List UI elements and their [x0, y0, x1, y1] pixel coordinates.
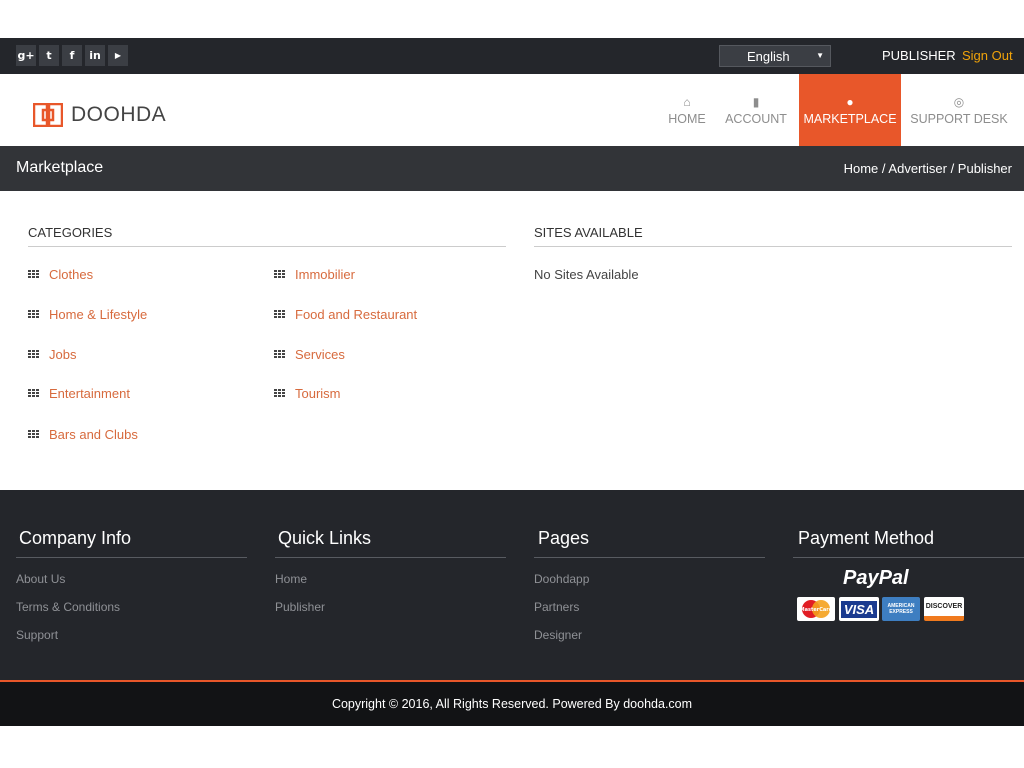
visa-label: VISA [840, 600, 878, 618]
footer-link-about-us[interactable]: About Us [16, 572, 65, 586]
sign-out-link[interactable]: Sign Out [962, 48, 1013, 63]
category-food-restaurant[interactable]: Food and Restaurant [274, 307, 417, 322]
sites-available-heading: SITES AVAILABLE [534, 225, 1012, 247]
grid-icon [28, 269, 40, 280]
breadcrumb-publisher: Publisher [957, 161, 1012, 176]
category-label: Food and Restaurant [295, 307, 418, 322]
twitter-icon[interactable]: t [39, 45, 59, 66]
amex-card: AMERICAN EXPRESS [882, 597, 920, 621]
home-icon: ⌂ [683, 94, 691, 109]
footer-quick-links-title: Quick Links [275, 528, 506, 558]
category-label: Immobilier [295, 267, 355, 282]
youtube-icon[interactable]: ▶ [108, 45, 128, 66]
grid-icon [28, 429, 40, 440]
google-plus-icon[interactable]: g+ [16, 45, 36, 66]
language-select[interactable]: English ▼ [719, 45, 831, 67]
category-jobs[interactable]: Jobs [28, 347, 76, 362]
grid-icon [274, 349, 286, 360]
copyright-text: Copyright © 2016, All Rights Reserved. P… [331, 697, 693, 711]
top-bar: g+ t f in ▶ English ▼ PUBLISHER Sign Out [0, 38, 1024, 74]
category-label: Tourism [295, 386, 341, 401]
briefcase-icon: ▮ [752, 94, 760, 109]
breadcrumb-separator: / [878, 161, 889, 176]
amex-label: AMERICAN EXPRESS [887, 603, 915, 615]
mastercard-label: MasterCard [800, 607, 833, 613]
categories-heading: CATEGORIES [28, 225, 506, 247]
page-title-bar: Marketplace Home / Advertiser / Publishe… [0, 146, 1024, 191]
footer-link-terms[interactable]: Terms & Conditions [16, 600, 120, 614]
breadcrumb: Home / Advertiser / Publisher [844, 161, 1012, 176]
grid-icon [274, 309, 286, 320]
footer-link-home[interactable]: Home [275, 572, 307, 586]
nav-support-desk-label: SUPPORT DESK [910, 111, 1008, 126]
nav-support-desk[interactable]: ◎ SUPPORT DESK [908, 74, 1010, 146]
footer-link-doohdapp[interactable]: Doohdapp [534, 572, 589, 586]
category-home-lifestyle[interactable]: Home & Lifestyle [28, 307, 147, 322]
category-immobilier[interactable]: Immobilier [274, 267, 355, 282]
category-label: Home & Lifestyle [49, 307, 148, 322]
no-sites-text: No Sites Available [534, 267, 639, 282]
category-label: Jobs [49, 347, 77, 362]
discover-card: DISCOVER [924, 597, 964, 621]
nav-home-label: HOME [668, 111, 706, 126]
discover-label: DISCOVER [925, 603, 963, 610]
category-label: Services [295, 347, 345, 362]
visa-card: VISA [839, 597, 879, 621]
logo[interactable]: DOOHDA [33, 103, 166, 127]
linkedin-icon[interactable]: in [85, 45, 105, 66]
header: DOOHDA ⌂ HOME ▮ ACCOUNT ● MARKETPLACE ◎ … [0, 74, 1024, 146]
logo-icon [33, 103, 63, 127]
footer-company-title: Company Info [16, 528, 247, 558]
breadcrumb-separator: / [946, 161, 958, 176]
category-clothes[interactable]: Clothes [28, 267, 93, 282]
nav-marketplace[interactable]: ● MARKETPLACE [799, 74, 901, 146]
page-title: Marketplace [16, 159, 104, 176]
grid-icon [28, 349, 40, 360]
breadcrumb-home[interactable]: Home [844, 161, 879, 176]
lifebuoy-icon: ◎ [953, 94, 965, 109]
social-links: g+ t f in ▶ [16, 45, 128, 66]
users-icon: ● [846, 94, 854, 109]
nav-account[interactable]: ▮ ACCOUNT [722, 74, 790, 146]
facebook-icon[interactable]: f [62, 45, 82, 66]
copyright-bar: Copyright © 2016, All Rights Reserved. P… [0, 680, 1024, 726]
grid-icon [274, 269, 286, 280]
category-services[interactable]: Services [274, 347, 345, 362]
footer-link-partners[interactable]: Partners [534, 600, 579, 614]
category-label: Bars and Clubs [49, 427, 138, 442]
footer-link-publisher[interactable]: Publisher [275, 600, 325, 614]
category-bars-clubs[interactable]: Bars and Clubs [28, 427, 138, 442]
nav-account-label: ACCOUNT [725, 111, 787, 126]
category-entertainment[interactable]: Entertainment [28, 386, 130, 401]
mastercard-icon: MasterCard [800, 600, 833, 618]
nav-marketplace-label: MARKETPLACE [803, 111, 897, 126]
footer: Company Info About Us Terms & Conditions… [0, 490, 1024, 680]
chevron-down-icon: ▼ [816, 51, 824, 60]
footer-pages-title: Pages [534, 528, 765, 558]
breadcrumb-advertiser[interactable]: Advertiser [888, 161, 947, 176]
category-label: Clothes [49, 267, 94, 282]
mastercard-card: MasterCard [797, 597, 835, 621]
language-value: English [747, 48, 790, 64]
paypal-logo: PayPal [843, 567, 909, 589]
grid-icon [28, 309, 40, 320]
footer-link-support[interactable]: Support [16, 628, 58, 642]
logo-text: DOOHDA [71, 103, 167, 126]
user-role: PUBLISHER [882, 48, 956, 63]
nav-home[interactable]: ⌂ HOME [660, 74, 714, 146]
grid-icon [28, 388, 40, 399]
page: g+ t f in ▶ English ▼ PUBLISHER Sign Out… [0, 0, 1024, 768]
footer-payment-title: Payment Method [793, 528, 1024, 558]
category-label: Entertainment [49, 386, 130, 401]
category-tourism[interactable]: Tourism [274, 386, 341, 401]
footer-link-designer[interactable]: Designer [534, 628, 582, 642]
grid-icon [274, 388, 286, 399]
